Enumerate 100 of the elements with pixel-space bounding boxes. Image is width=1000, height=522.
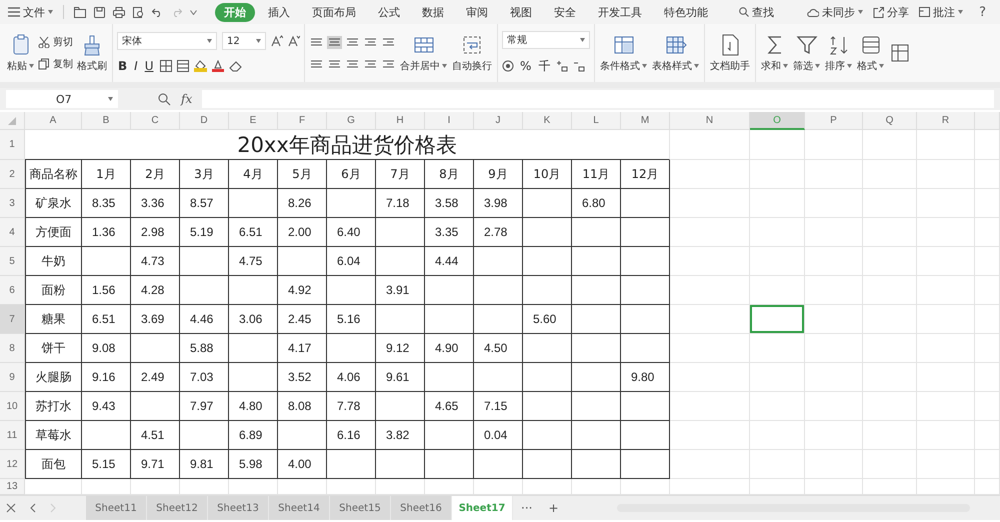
font-name-field[interactable]: 宋体 xyxy=(117,32,217,50)
column-header[interactable]: C xyxy=(131,112,180,130)
column-header[interactable]: J xyxy=(474,112,523,130)
merge-cells-icon[interactable] xyxy=(176,60,188,72)
more-button[interactable]: ··· xyxy=(513,501,540,515)
menu-tab[interactable]: 视图 xyxy=(501,2,541,22)
collapse-icon[interactable] xyxy=(6,503,16,513)
folder-icon[interactable] xyxy=(74,6,86,18)
function-button[interactable]: fx xyxy=(181,92,192,106)
border-icon[interactable] xyxy=(160,60,172,72)
grow-font-icon[interactable] xyxy=(271,35,283,47)
toolbar-button[interactable]: 分享 xyxy=(873,4,910,20)
menu-tab[interactable]: 插入 xyxy=(259,2,299,22)
menu-tab[interactable]: 开发工具 xyxy=(589,2,651,22)
sheet-tab[interactable]: Sheet11 xyxy=(86,496,147,520)
sheet-tab[interactable]: Sheet16 xyxy=(391,496,452,520)
menu-tab[interactable]: 安全 xyxy=(545,2,585,22)
selected-cell[interactable] xyxy=(750,305,805,334)
row-header[interactable]: 6 xyxy=(0,276,25,305)
zoom-icon[interactable] xyxy=(158,92,171,106)
fill-color-icon[interactable] xyxy=(194,60,206,72)
row-header[interactable]: 12 xyxy=(0,450,25,479)
table-cell: 3.52 xyxy=(278,363,327,392)
ribbon-button[interactable]: 剪切 xyxy=(38,35,73,49)
menu-tab[interactable]: 审阅 xyxy=(457,2,497,22)
font-color-icon[interactable] xyxy=(212,60,224,72)
ribbon-button[interactable]: 粘贴 xyxy=(6,32,35,74)
row-header[interactable]: 5 xyxy=(0,247,25,276)
undo-icon[interactable] xyxy=(152,8,163,16)
grid-cell xyxy=(750,392,805,421)
align-button[interactable] xyxy=(327,36,342,49)
row-header[interactable]: 10 xyxy=(0,392,25,421)
toolbar-button[interactable]: 未同步 xyxy=(807,4,864,20)
toolbar-button[interactable]: 批注 xyxy=(919,4,964,20)
row-header[interactable]: 1 xyxy=(0,130,25,160)
ribbon-button[interactable]: 复制 xyxy=(38,57,73,71)
style-button[interactable]: U xyxy=(144,58,154,74)
name-box[interactable]: O7 xyxy=(6,90,118,108)
menu-tab[interactable]: 数据 xyxy=(413,2,453,22)
file-menu[interactable]: 文件 xyxy=(8,4,53,20)
grid-icon xyxy=(860,34,882,56)
column-header[interactable]: F xyxy=(278,112,327,130)
ribbon-button[interactable]: 格式刷 xyxy=(76,32,108,74)
eraser-icon[interactable] xyxy=(228,60,242,72)
ribbon-button[interactable]: 排序 xyxy=(824,32,853,74)
column-header[interactable]: D xyxy=(180,112,229,130)
column-header[interactable]: A xyxy=(25,112,82,130)
style-button[interactable]: I xyxy=(133,58,139,74)
ribbon-button[interactable]: 自动换行 xyxy=(451,32,493,74)
menu-tab[interactable]: 公式 xyxy=(369,2,409,22)
row-header[interactable]: 4 xyxy=(0,218,25,247)
add-sheet-button[interactable]: + xyxy=(540,501,567,515)
column-header[interactable]: L xyxy=(572,112,621,130)
decimal-icon[interactable] xyxy=(573,60,586,72)
ribbon-button[interactable]: 格式 xyxy=(856,32,885,74)
save-icon[interactable] xyxy=(94,6,105,18)
sheet-tab[interactable]: Sheet14 xyxy=(269,496,330,520)
preview-icon[interactable] xyxy=(133,6,144,18)
ribbon-button[interactable]: 条件格式 xyxy=(599,32,648,74)
column-header[interactable]: H xyxy=(376,112,425,130)
column-header[interactable]: N xyxy=(670,112,750,130)
style-button[interactable]: B xyxy=(117,58,128,74)
menu-tab[interactable]: 页面布局 xyxy=(303,2,365,22)
column-header[interactable]: B xyxy=(82,112,131,130)
help-button[interactable]: ? xyxy=(973,4,992,20)
ribbon-button[interactable]: 筛选 xyxy=(792,32,821,74)
sheet-tab[interactable]: Sheet12 xyxy=(147,496,208,520)
row-header[interactable]: 7 xyxy=(0,305,25,334)
dropdown-icon[interactable] xyxy=(190,10,197,14)
ribbon-button[interactable]: 合并居中 xyxy=(399,32,448,74)
sheet-tab[interactable]: Sheet15 xyxy=(330,496,391,520)
column-header[interactable]: K xyxy=(523,112,572,130)
row-header[interactable]: 2 xyxy=(0,160,25,189)
row-header[interactable]: 9 xyxy=(0,363,25,392)
ribbon-button[interactable]: 文档助手 xyxy=(709,32,751,74)
column-header[interactable]: E xyxy=(229,112,278,130)
column-header[interactable]: M xyxy=(621,112,670,130)
shrink-font-icon[interactable] xyxy=(288,35,300,47)
column-header[interactable]: Q xyxy=(863,112,917,130)
row-header[interactable]: 8 xyxy=(0,334,25,363)
decimal-icon[interactable] xyxy=(556,60,568,72)
row-header[interactable]: 3 xyxy=(0,189,25,218)
column-header[interactable]: R xyxy=(917,112,975,130)
sheet-tab[interactable]: Sheet13 xyxy=(208,496,269,520)
menu-tab[interactable]: 特色功能 xyxy=(655,2,717,22)
column-header[interactable]: G xyxy=(327,112,376,130)
currency-icon[interactable] xyxy=(502,60,514,72)
ribbon-button[interactable]: 求和 xyxy=(760,32,789,74)
ribbon-button[interactable]: 表格样式 xyxy=(651,32,700,74)
font-size-field[interactable]: 12 xyxy=(222,32,266,50)
previous-icon[interactable] xyxy=(30,503,36,513)
row-header[interactable]: 11 xyxy=(0,421,25,450)
search-button[interactable]: 查找 xyxy=(733,4,780,20)
format-button[interactable]: % xyxy=(519,58,532,74)
column-header[interactable]: P xyxy=(805,112,863,130)
number-format-field[interactable]: 常规 xyxy=(502,30,590,48)
print-icon[interactable] xyxy=(113,6,125,18)
column-header[interactable]: I xyxy=(425,112,474,130)
format-button[interactable]: 千 xyxy=(537,56,552,76)
row-header[interactable]: 13 xyxy=(0,479,25,495)
